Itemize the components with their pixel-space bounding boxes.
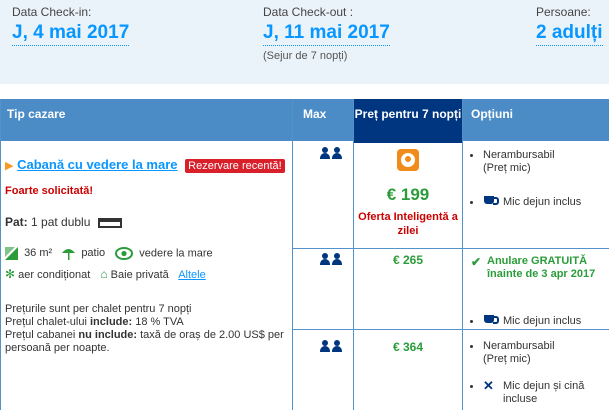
checkout-value[interactable]: J, 11 mai 2017 xyxy=(263,21,390,46)
checkout-label: Data Check-out : xyxy=(263,5,354,19)
header-max: Max xyxy=(303,107,327,121)
breakfast-text: Mic dejun inclus xyxy=(503,196,582,208)
room-table: Tip cazare Max Preț pentru 7 nopți Opțiu… xyxy=(0,99,609,410)
column-divider xyxy=(462,99,463,410)
smart-deal-icon xyxy=(397,149,419,171)
header-options: Opțiuni xyxy=(471,107,513,121)
area-text: 36 m² xyxy=(24,247,53,260)
note-line: Prețurile sunt per chalet pentru 7 nopți xyxy=(5,303,192,315)
eye-icon xyxy=(115,247,134,260)
facilities-row: 36 m² patio vedere la mare xyxy=(5,247,213,260)
two-persons-icon xyxy=(320,147,346,159)
cutlery-icon: ✕ xyxy=(483,378,494,393)
stay-length: (Sejur de 7 nopți) xyxy=(263,50,348,62)
two-persons-icon xyxy=(320,253,346,265)
price-row-1: € 199 xyxy=(386,185,430,204)
column-divider xyxy=(292,99,293,410)
bullet xyxy=(470,154,473,157)
sea-view-text: vedere la mare xyxy=(139,247,213,260)
bed-label: Pat: xyxy=(5,215,28,229)
note-line: Prețul cabanei nu include: taxă de oraș … xyxy=(5,329,284,354)
coffee-cup-icon xyxy=(483,194,499,206)
patio-umbrella-icon xyxy=(62,249,76,260)
price-row-3: € 364 xyxy=(392,340,424,354)
persons-value[interactable]: 2 adulți xyxy=(536,21,603,46)
checkin-field[interactable]: Data Check-in: J, 4 mai 2017 xyxy=(12,5,130,46)
room-name-link[interactable]: Cabană cu vedere la mare xyxy=(17,157,177,172)
bed-value: 1 pat dublu xyxy=(31,215,91,229)
bathroom-text: Baie privată xyxy=(110,269,169,281)
persons-label: Persoane: xyxy=(536,5,591,19)
smart-deal-text: Oferta Inteligentă a zilei xyxy=(358,211,458,237)
price-row-2: € 265 xyxy=(392,253,424,267)
nonrefundable-option: Nerambursabil (Preț mic) xyxy=(483,149,555,174)
row-divider xyxy=(292,248,609,249)
nonrefundable-option: Nerambursabil (Preț mic) xyxy=(483,340,555,365)
two-persons-icon xyxy=(320,340,346,352)
bath-icon: ⌂ xyxy=(100,267,108,281)
header-price: Preț pentru 7 nopți xyxy=(353,99,463,143)
double-bed-icon xyxy=(97,217,122,228)
checkin-label: Data Check-in: xyxy=(12,5,92,19)
half-board-text: Mic dejun și cină incluse xyxy=(503,380,585,405)
bed-info: Pat: 1 pat dublu xyxy=(5,215,122,229)
bullet xyxy=(470,385,473,388)
patio-text: patio xyxy=(81,247,106,260)
facilities-row: ✻ aer condiționat ⌂ Baie privată Altele xyxy=(5,267,206,281)
bullet xyxy=(470,320,473,323)
snowflake-icon: ✻ xyxy=(5,267,16,281)
persons-field[interactable]: Persoane: 2 adulți xyxy=(536,5,603,46)
ac-text: aer condiționat xyxy=(18,269,91,281)
free-cancellation-text: Anulare GRATUITĂ înainte de 3 apr 2017 xyxy=(487,255,596,280)
price-notes: Prețurile sunt per chalet pentru 7 nopți… xyxy=(5,303,290,355)
bullet xyxy=(470,201,473,204)
date-bar: Data Check-in: J, 4 mai 2017 Data Check-… xyxy=(0,0,609,84)
recent-booking-badge: Rezervare recentă! xyxy=(185,159,285,173)
room-title: ▶ Cabană cu vedere la mare Rezervare rec… xyxy=(5,157,285,173)
check-icon: ✔ xyxy=(471,255,482,269)
breakfast-text: Mic dejun inclus xyxy=(503,315,582,327)
header-room-type: Tip cazare xyxy=(7,107,66,121)
arrow-right-icon: ▶ xyxy=(5,160,14,172)
row-divider xyxy=(292,329,609,330)
note-line: Prețul chalet-ului include: 18 % TVA xyxy=(5,316,184,328)
checkin-value[interactable]: J, 4 mai 2017 xyxy=(12,21,130,46)
area-icon xyxy=(5,247,18,260)
checkout-field[interactable]: Data Check-out : J, 11 mai 2017 (Sejur d… xyxy=(263,5,390,62)
high-demand-text: Foarte solicitată! xyxy=(5,185,94,197)
coffee-cup-icon xyxy=(483,313,499,325)
more-facilities-link[interactable]: Altele xyxy=(178,269,206,281)
bullet xyxy=(470,345,473,348)
